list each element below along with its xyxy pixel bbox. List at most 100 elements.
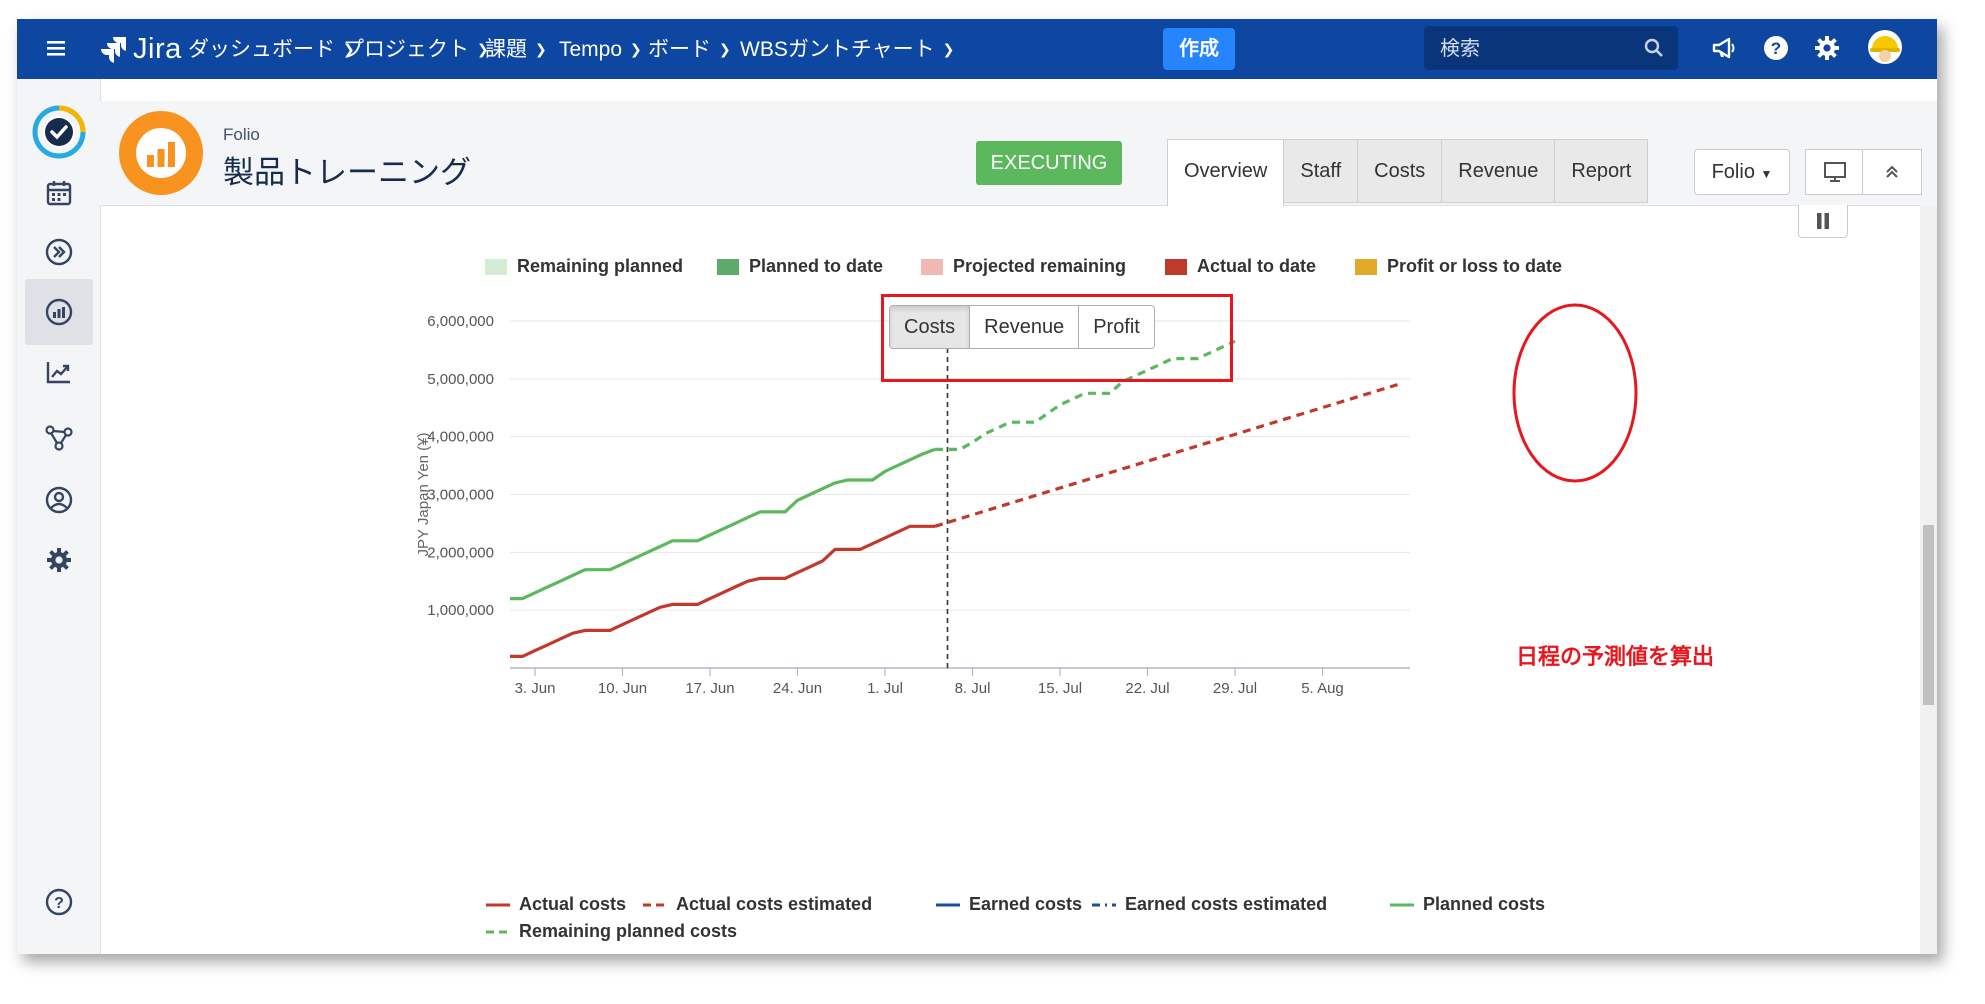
collapse-header-button[interactable] [1862, 149, 1922, 195]
legend-line-dashed-red [643, 903, 667, 906]
x-tick-label: 22. Jul [1125, 680, 1169, 697]
left-sidebar: ? [17, 79, 101, 954]
trending-up-icon [46, 362, 70, 384]
x-tick-label: 10. Jun [598, 680, 647, 697]
nav-projects-label: プロジェクト [343, 38, 469, 61]
legend-label: Actual costs estimated [676, 894, 873, 914]
legend-item-projected-remaining[interactable]: Projected remaining [921, 256, 1126, 277]
tab-costs[interactable]: Costs [1357, 139, 1443, 203]
sidebar-item-account[interactable] [25, 467, 93, 533]
sidebar-item-help[interactable]: ? [25, 869, 93, 935]
megaphone-icon[interactable] [1710, 34, 1738, 62]
sidebar-item-forward[interactable] [25, 219, 93, 285]
nav-boards-label: ボード [648, 38, 711, 61]
header-separator [17, 79, 1937, 102]
sidebar-item-graph[interactable] [25, 405, 93, 471]
legend-item-remaining-planned[interactable]: Remaining planned [485, 256, 683, 277]
legend-line-dashdot-blue [1092, 903, 1116, 906]
search-box[interactable] [1424, 26, 1678, 72]
project-avatar [119, 111, 203, 195]
x-tick-label: 1. Jul [867, 680, 903, 697]
y-tick-label: 2,000,000 [427, 544, 494, 561]
tab-staff[interactable]: Staff [1283, 139, 1359, 203]
nav-issues[interactable]: 課題 ❯ [485, 33, 547, 65]
legend-line-solid-blue [936, 903, 960, 906]
nav-boards[interactable]: ボード ❯ [648, 33, 731, 65]
nav-projects[interactable]: プロジェクト ❯ [343, 33, 489, 65]
legend-line-dashed-green [486, 930, 510, 933]
search-input[interactable] [1438, 26, 1642, 72]
x-tick-label: 8. Jul [955, 680, 991, 697]
svg-text:?: ? [54, 895, 64, 912]
y-tick-label: 4,000,000 [427, 429, 494, 446]
chevron-down-icon: ❯ [719, 41, 731, 57]
series-legend-earned-costs[interactable]: Earned costs [936, 894, 1082, 915]
search-icon[interactable] [1644, 38, 1664, 58]
sidebar-item-settings[interactable] [25, 527, 93, 593]
chevron-down-icon: ❯ [535, 41, 547, 57]
forward-circle-icon [45, 238, 73, 266]
series-legend-actual-costs-estimated[interactable]: Actual costs estimated [643, 894, 872, 915]
dashboard-gauge-icon [45, 298, 73, 326]
legend-swatch [717, 258, 739, 275]
series-line-actual-costs-estimated [934, 383, 1398, 528]
double-chevron-up-icon [1886, 165, 1898, 178]
scrollbar-thumb[interactable] [1923, 525, 1934, 705]
costs-toggle-button[interactable]: Costs [890, 306, 971, 348]
legend-swatch [485, 258, 507, 275]
hamburger-menu-icon[interactable] [45, 37, 67, 59]
chevron-down-icon: ❯ [630, 41, 642, 57]
tab-report[interactable]: Report [1554, 139, 1649, 203]
help-circle-icon: ? [45, 888, 73, 916]
legend-label: Profit or loss to date [1387, 256, 1563, 276]
series-legend-planned-costs[interactable]: Planned costs [1390, 894, 1545, 915]
y-tick-label: 5,000,000 [427, 371, 494, 388]
nav-tempo-label: Tempo [559, 38, 623, 61]
presentation-button[interactable] [1805, 149, 1865, 195]
forecast-highlight-ellipse [1512, 303, 1638, 483]
sidebar-item-dashboard[interactable] [25, 279, 93, 345]
x-tick-label: 3. Jun [515, 680, 556, 697]
chevron-down-icon: ❯ [942, 41, 955, 57]
folio-dropdown-button[interactable]: Folio ▼ [1694, 149, 1790, 195]
legend-item-actual-to-date[interactable]: Actual to date [1165, 256, 1316, 277]
jira-logo[interactable]: Jira [99, 32, 182, 66]
nav-tempo[interactable]: Tempo ❯ [559, 33, 642, 65]
series-legend-earned-costs-estimated[interactable]: Earned costs estimated [1092, 894, 1327, 915]
avatar[interactable] [1867, 29, 1903, 65]
monitor-icon [1824, 162, 1846, 182]
legend-label: Earned costs estimated [1125, 894, 1328, 914]
nav-dashboard[interactable]: ダッシュボード ❯ [188, 33, 355, 65]
vertical-scrollbar[interactable] [1920, 205, 1937, 954]
legend-item-profit-loss[interactable]: Profit or loss to date [1355, 256, 1562, 277]
y-tick-label: 1,000,000 [427, 602, 494, 619]
app-logo[interactable] [25, 99, 93, 165]
legend-label: Planned costs [1423, 894, 1546, 914]
project-tabs: Overview Staff Costs Revenue Report [1167, 139, 1649, 207]
tab-overview[interactable]: Overview [1167, 139, 1285, 207]
series-legend-actual-costs[interactable]: Actual costs [486, 894, 626, 915]
legend-label: Earned costs [969, 894, 1083, 914]
create-button[interactable]: 作成 [1163, 28, 1235, 70]
series-legend-remaining-planned-costs[interactable]: Remaining planned costs [486, 921, 737, 942]
nav-dashboard-label: ダッシュボード [188, 38, 335, 61]
help-icon[interactable]: ? [1762, 34, 1790, 62]
tab-revenue[interactable]: Revenue [1441, 139, 1556, 203]
y-tick-label: 3,000,000 [427, 487, 494, 504]
profit-toggle-button[interactable]: Profit [1079, 306, 1154, 348]
folio-dropdown-label: Folio [1711, 161, 1755, 183]
gear-icon[interactable] [1813, 34, 1841, 62]
x-tick-label: 24. Jun [773, 680, 822, 697]
graph-nodes-icon [45, 425, 73, 451]
nav-wbs-gantt[interactable]: WBSガントチャート ❯ [740, 33, 954, 65]
legend-item-planned-to-date[interactable]: Planned to date [717, 256, 883, 277]
legend-swatch [1355, 258, 1377, 275]
svg-text:?: ? [1771, 39, 1781, 58]
sidebar-item-trending[interactable] [25, 339, 93, 405]
brand-name: Jira [133, 32, 182, 65]
x-tick-label: 17. Jun [685, 680, 734, 697]
sidebar-item-calendar[interactable] [25, 160, 93, 226]
revenue-toggle-button[interactable]: Revenue [970, 306, 1080, 348]
project-title: 製品トレーニング [223, 155, 471, 190]
status-badge[interactable]: EXECUTING [976, 141, 1122, 185]
